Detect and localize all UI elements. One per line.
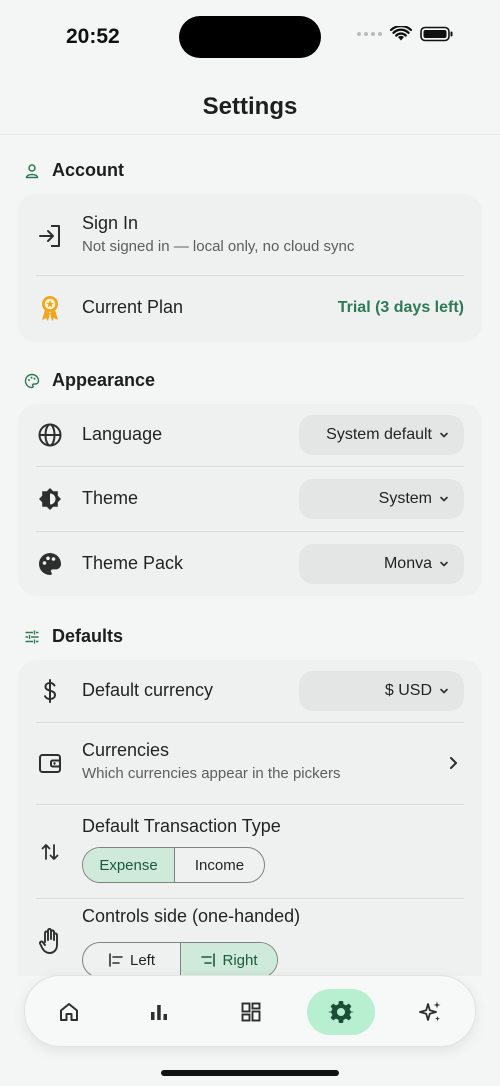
- theme-value: System: [378, 490, 432, 507]
- section-account-title: Account: [52, 160, 124, 180]
- segment-expense[interactable]: Expense: [83, 848, 174, 882]
- transaction-type-row: Default Transaction Type Expense Income: [36, 816, 464, 888]
- divider: [36, 531, 464, 532]
- settings-icon: [328, 1001, 354, 1023]
- language-dropdown[interactable]: System default: [299, 415, 464, 455]
- theme-title: Theme: [82, 488, 139, 508]
- segment-income[interactable]: Income: [174, 848, 264, 882]
- plan-status: Trial (3 days left): [337, 299, 464, 316]
- status-time: 20:52: [66, 25, 120, 48]
- theme-pack-dropdown[interactable]: Monva: [299, 544, 464, 584]
- controls-side-toggle: Left Right: [82, 942, 278, 976]
- palette-icon: [36, 550, 64, 578]
- appearance-card: Language System default Theme System The…: [18, 404, 482, 596]
- page-title: Settings: [202, 93, 298, 120]
- language-value: System default: [326, 426, 432, 443]
- align-left-icon: [109, 953, 123, 967]
- theme-dropdown[interactable]: System: [299, 479, 464, 519]
- theme-pack-title: Theme Pack: [82, 553, 184, 573]
- segment-right-label: Right: [222, 951, 258, 969]
- language-title: Language: [82, 424, 163, 444]
- currencies-subtitle: Which currencies appear in the pickers: [82, 765, 341, 782]
- globe-icon: [36, 421, 64, 449]
- section-defaults: Defaults: [24, 626, 123, 647]
- divider: [36, 722, 464, 723]
- chevron-right-icon: [450, 757, 457, 769]
- sign-in-subtitle: Not signed in — local only, no cloud syn…: [82, 238, 355, 255]
- battery-icon: [420, 26, 453, 42]
- section-defaults-title: Defaults: [52, 626, 124, 646]
- align-right-icon: [201, 953, 216, 967]
- bottom-tab-bar: [24, 975, 476, 1047]
- segment-right[interactable]: Right: [180, 943, 277, 976]
- chevron-down-icon: [440, 688, 448, 694]
- default-currency-title: Default currency: [82, 680, 214, 700]
- segment-left[interactable]: Left: [83, 943, 180, 976]
- home-indicator[interactable]: [161, 1070, 339, 1076]
- divider: [36, 804, 464, 805]
- dynamic-island: [179, 16, 321, 58]
- page-header: Settings: [0, 80, 500, 135]
- chevron-down-icon: [440, 432, 448, 438]
- defaults-card: Default currency $ USD Currencies Which …: [18, 660, 482, 976]
- login-icon: [36, 222, 64, 250]
- sliders-icon: [25, 630, 39, 643]
- currency-value: $ USD: [384, 682, 432, 699]
- controls-side-row: Controls side (one-handed) Left Right: [36, 906, 464, 976]
- wifi-icon: [390, 26, 412, 41]
- chart-icon: [151, 1005, 167, 1020]
- home-icon: [60, 1003, 78, 1021]
- divider: [36, 466, 464, 467]
- settings-scroll-area[interactable]: Account Sign In Not signed in — local on…: [0, 136, 500, 976]
- signal-icon: [357, 32, 382, 36]
- segment-left-label: Left: [129, 951, 156, 969]
- tab-ai[interactable]: [397, 989, 465, 1035]
- award-icon: [36, 294, 64, 322]
- current-plan-title: Current Plan: [82, 297, 184, 317]
- currencies-row[interactable]: Currencies Which currencies appear in th…: [36, 738, 464, 788]
- hand-icon: [36, 927, 64, 955]
- brightness-icon: [36, 485, 64, 513]
- chevron-down-icon: [440, 496, 448, 502]
- status-bar: 20:52: [0, 0, 500, 80]
- theme-row[interactable]: Theme System: [36, 479, 464, 519]
- language-row[interactable]: Language System default: [36, 415, 464, 455]
- currency-dropdown[interactable]: $ USD: [299, 671, 464, 711]
- sparkles-icon: [419, 1001, 441, 1022]
- dollar-icon: [36, 677, 64, 705]
- chevron-down-icon: [440, 561, 448, 567]
- currencies-title: Currencies: [82, 740, 170, 760]
- dashboard-icon: [241, 1002, 261, 1022]
- person-icon: [25, 163, 39, 178]
- theme-pack-value: Monva: [383, 555, 432, 572]
- section-account: Account: [24, 160, 124, 181]
- divider: [36, 275, 464, 276]
- account-card: Sign In Not signed in — local only, no c…: [18, 194, 482, 342]
- theme-pack-row[interactable]: Theme Pack Monva: [36, 544, 464, 584]
- transaction-type-title: Default Transaction Type: [82, 816, 281, 836]
- tab-stats[interactable]: [125, 989, 193, 1035]
- tab-settings[interactable]: [307, 989, 375, 1035]
- palette-icon: [24, 373, 40, 388]
- current-plan-row[interactable]: Current Plan Trial (3 days left): [36, 290, 464, 326]
- section-appearance: Appearance: [24, 370, 155, 391]
- controls-side-title: Controls side (one-handed): [82, 906, 301, 926]
- divider: [36, 898, 464, 899]
- status-icons: [357, 26, 454, 42]
- tab-home[interactable]: [35, 989, 103, 1035]
- tab-dashboard[interactable]: [217, 989, 285, 1035]
- transaction-type-toggle: Expense Income: [82, 847, 265, 883]
- section-appearance-title: Appearance: [52, 370, 156, 390]
- sign-in-row[interactable]: Sign In Not signed in — local only, no c…: [36, 211, 464, 261]
- sign-in-title: Sign In: [82, 213, 139, 233]
- swap-vertical-icon: [36, 838, 64, 866]
- wallet-icon: [36, 749, 64, 777]
- default-currency-row[interactable]: Default currency $ USD: [36, 671, 464, 711]
